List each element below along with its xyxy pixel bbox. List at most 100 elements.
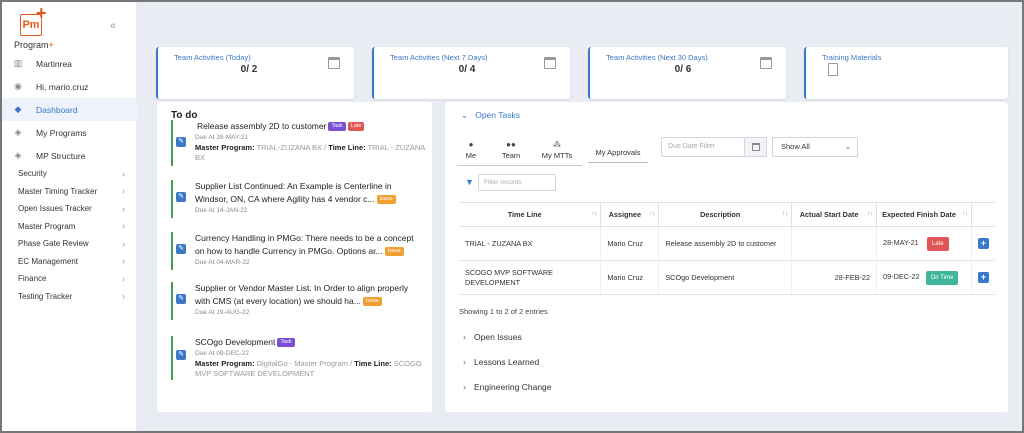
show-all-select[interactable]: Show All ⌄ bbox=[772, 137, 858, 157]
chevron-right-icon: › bbox=[122, 238, 125, 249]
todo-panel: To do ✎ Release assembly 2D to customer T… bbox=[157, 102, 432, 412]
todo-item-bar bbox=[171, 180, 173, 218]
chevron-right-icon: › bbox=[122, 168, 125, 179]
sidebar-item-phase-gate-review[interactable]: Phase Gate Review › bbox=[2, 235, 137, 253]
tabs-underline bbox=[457, 165, 582, 166]
open-tasks-table: Time Line ↑↓ Assignee ↑↓ Description ↑↓ Act… bbox=[459, 202, 995, 295]
sidebar-item-label: Dashboard bbox=[36, 104, 78, 115]
sidebar-item-label: Finance bbox=[18, 274, 47, 284]
sidebar-item-label: Open Issues Tracker bbox=[18, 204, 92, 214]
sidebar-item-testing-tracker[interactable]: Testing Tracker › bbox=[2, 288, 137, 306]
calendar-icon bbox=[760, 57, 772, 69]
todo-item-title: Release assembly 2D to customer Task Late bbox=[197, 120, 427, 133]
chevron-right-icon: › bbox=[463, 357, 466, 367]
edit-icon[interactable]: ✎ bbox=[176, 192, 186, 202]
todo-item[interactable]: ✎ SCOgo Development Task Due At 09-DEC-22… bbox=[171, 336, 422, 380]
calendar-icon bbox=[544, 57, 556, 69]
column-header-description[interactable]: Description ↑↓ bbox=[658, 202, 793, 227]
chevron-down-icon: ⌄ bbox=[844, 142, 851, 151]
sidebar-item-user[interactable]: ◉ Hi, mario.cruz bbox=[2, 75, 137, 98]
chevron-right-icon: › bbox=[122, 203, 125, 214]
cell-actual-start: 28-FEB-22 bbox=[791, 260, 878, 295]
chevron-right-icon: › bbox=[122, 273, 125, 284]
sidebar-item-label: Testing Tracker bbox=[18, 291, 73, 301]
sidebar-item-mp-structure[interactable]: ◈ MP Structure bbox=[2, 144, 137, 167]
sort-icon[interactable]: ↑↓ bbox=[649, 211, 655, 217]
card-training-materials[interactable]: Training Materials bbox=[804, 47, 1008, 99]
chevron-right-icon: › bbox=[463, 332, 466, 342]
todo-item-due: Due At 04-MAR-22 bbox=[195, 259, 250, 266]
tab-team[interactable]: ●● Team bbox=[500, 140, 522, 160]
add-button[interactable]: + bbox=[977, 272, 989, 283]
tab-me[interactable]: ● Me bbox=[463, 140, 479, 160]
edit-icon[interactable]: ✎ bbox=[176, 244, 186, 254]
chevron-down-icon: ⌄ bbox=[461, 110, 469, 120]
sidebar-item-ec-management[interactable]: EC Management › bbox=[2, 253, 137, 271]
column-header-timeline[interactable]: Time Line ↑↓ bbox=[459, 202, 602, 227]
column-header-expected-finish[interactable]: Expected Finish Date ↑↓ bbox=[876, 202, 972, 227]
calendar-icon[interactable] bbox=[745, 137, 767, 157]
todo-item[interactable]: ✎ Release assembly 2D to customer Task Lat… bbox=[171, 120, 425, 166]
todo-item[interactable]: ✎ Supplier or Vendor Master List. In Ord… bbox=[171, 282, 421, 320]
select-value: Show All bbox=[781, 142, 810, 151]
collapse-sidebar-icon[interactable]: « bbox=[110, 20, 116, 32]
sidebar-item-dashboard[interactable]: ◆ Dashboard bbox=[2, 98, 137, 121]
cell-expected-finish: 09-DEC-22 On Time bbox=[876, 260, 972, 295]
card-next-30-days[interactable]: Team Activities (Next 30 Days) 0/ 6 bbox=[588, 47, 786, 99]
edit-icon[interactable]: ✎ bbox=[176, 350, 186, 360]
chevron-right-icon: › bbox=[122, 221, 125, 232]
sort-icon[interactable]: ↑↓ bbox=[867, 211, 873, 217]
add-button[interactable]: + bbox=[977, 238, 989, 249]
layers-icon: ◈ bbox=[14, 150, 22, 160]
users-icon: ●● bbox=[506, 140, 516, 149]
filter-records-input[interactable]: Filter records bbox=[478, 174, 556, 191]
table-row[interactable]: SCOGO MVP SOFTWARE DEVELOPMENT Mario Cru… bbox=[459, 260, 995, 295]
sidebar-item-my-programs[interactable]: ◈ My Programs bbox=[2, 121, 137, 144]
logo[interactable]: Pm + Program+ bbox=[14, 4, 74, 50]
logo-text: Program+ bbox=[14, 40, 54, 50]
my-approvals-button[interactable]: My Approvals bbox=[588, 145, 648, 163]
sidebar-item-master-timing-tracker[interactable]: Master Timing Tracker › bbox=[2, 183, 137, 201]
card-title: Team Activities (Today) bbox=[174, 53, 251, 62]
calendar-icon bbox=[328, 57, 340, 69]
column-header-assignee[interactable]: Assignee ↑↓ bbox=[600, 202, 660, 227]
table-row[interactable]: TRIAL - ZUZANA BX Mario Cruz Release ass… bbox=[459, 226, 995, 261]
todo-item-title: Currency Handling in PMGo: There needs t… bbox=[195, 233, 414, 257]
sidebar-item-label: Security bbox=[18, 169, 47, 179]
sidebar-item-master-program[interactable]: Master Program › bbox=[2, 218, 137, 236]
cell-actual-start bbox=[791, 226, 878, 261]
todo-item-due: Due At 09-DEC-22 bbox=[195, 350, 249, 357]
book-icon bbox=[828, 63, 838, 76]
building-icon: ▥ bbox=[13, 58, 23, 68]
card-today[interactable]: Team Activities (Today) 0/ 2 bbox=[156, 47, 354, 99]
logo-plus-icon: + bbox=[36, 3, 47, 23]
accordion-lessons-learned[interactable]: › Lessons Learned bbox=[463, 357, 539, 367]
sidebar-item-open-issues-tracker[interactable]: Open Issues Tracker › bbox=[2, 200, 137, 218]
sidebar-item-finance[interactable]: Finance › bbox=[2, 270, 137, 288]
sidebar-item-label: My Programs bbox=[36, 127, 87, 138]
hierarchy-icon: ⁂ bbox=[553, 140, 561, 149]
due-date-filter-input[interactable]: Due Date Filter bbox=[661, 137, 745, 157]
sidebar-item-org[interactable]: ▥ Martinrea bbox=[2, 52, 137, 75]
sort-icon[interactable]: ↑↓ bbox=[962, 211, 968, 217]
sort-icon[interactable]: ↑↓ bbox=[782, 211, 788, 217]
edit-icon[interactable]: ✎ bbox=[176, 137, 186, 147]
todo-item[interactable]: ✎ Currency Handling in PMGo: There needs… bbox=[171, 232, 421, 270]
sort-icon[interactable]: ↑↓ bbox=[591, 211, 597, 217]
tab-my-mtts[interactable]: ⁂ My MTTs bbox=[541, 140, 573, 160]
sidebar-menu: Security › Master Timing Tracker › Open Is… bbox=[2, 165, 137, 305]
open-tasks-panel: ⌄ Open Tasks ● Me ●● Team ⁂ My MTTs My Appr… bbox=[445, 102, 1008, 412]
edit-icon[interactable]: ✎ bbox=[176, 294, 186, 304]
accordion-engineering-change[interactable]: › Engineering Change bbox=[463, 382, 552, 392]
accordion-label: Lessons Learned bbox=[474, 357, 540, 367]
open-tasks-title: Open Tasks bbox=[475, 110, 520, 120]
sidebar-item-security[interactable]: Security › bbox=[2, 165, 137, 183]
column-header-actual-start[interactable]: Actual Start Date ↑↓ bbox=[791, 202, 878, 227]
accordion-open-issues[interactable]: › Open Issues bbox=[463, 332, 522, 342]
open-tasks-toggle[interactable]: ⌄ Open Tasks bbox=[461, 110, 520, 121]
cell-assignee: Mario Cruz bbox=[600, 260, 660, 295]
card-next-7-days[interactable]: Team Activities (Next 7 Days) 0/ 4 bbox=[372, 47, 570, 99]
status-badge: On Time bbox=[925, 270, 959, 285]
todo-item[interactable]: ✎ Supplier List Continued: An Example is… bbox=[171, 180, 421, 218]
task-badge: Task bbox=[328, 122, 346, 132]
